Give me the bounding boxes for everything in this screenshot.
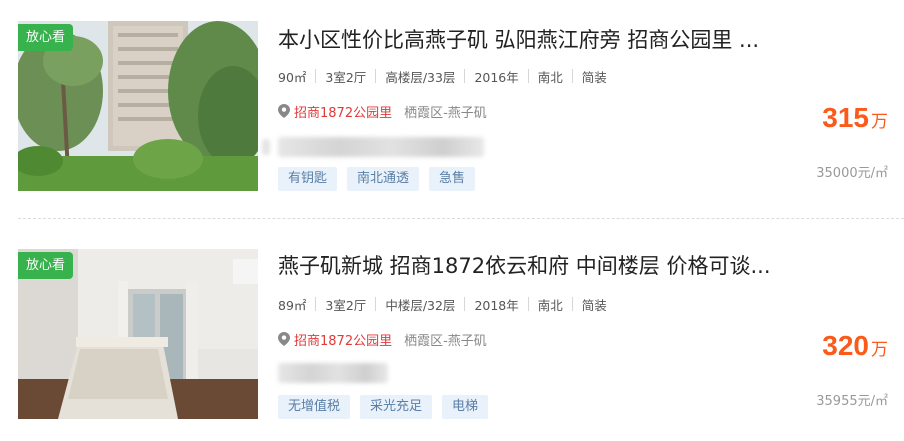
divider: [375, 297, 377, 311]
floor: 高楼层/33层: [385, 69, 456, 85]
tag: 电梯: [442, 395, 489, 419]
orientation: 南北: [537, 297, 563, 313]
listing-card: 放心看 本小区性价比高燕子矶 弘阳燕江府旁 招商公园里 ... 90㎡ 3室2厅…: [0, 18, 904, 208]
district-link[interactable]: 栖霞区-燕子矶: [404, 102, 487, 121]
listing-title[interactable]: 燕子矶新城 招商1872依云和府 中间楼层 价格可谈...: [278, 252, 818, 280]
redacted-text: [278, 137, 484, 157]
community-link[interactable]: 招商1872公园里: [294, 330, 392, 349]
verified-badge: 放心看: [18, 24, 74, 51]
location-pin-icon: [278, 332, 290, 346]
tag: 有钥匙: [278, 167, 338, 191]
district-link[interactable]: 栖霞区-燕子矶: [404, 330, 487, 349]
divider: [315, 69, 317, 83]
divider: [315, 297, 317, 311]
redacted-text: [262, 139, 270, 155]
listing-attributes: 90㎡ 3室2厅 高楼层/33层 2016年 南北 简装: [278, 67, 607, 85]
total-price: 315 万: [822, 102, 888, 134]
location-pin-icon: [278, 104, 290, 118]
redacted-text: [278, 363, 388, 383]
tag-list: 有钥匙 南北通透 急售: [278, 167, 476, 191]
community-link[interactable]: 招商1872公园里: [294, 102, 392, 121]
price-value: 315: [822, 102, 869, 133]
unit-price: 35000元/㎡: [816, 166, 888, 181]
divider: [571, 69, 573, 83]
year-built: 2016年: [474, 69, 519, 85]
area: 89㎡: [278, 297, 307, 313]
tag: 急售: [429, 167, 476, 191]
listing-photo[interactable]: 放心看: [18, 249, 258, 419]
decoration: 简装: [581, 69, 607, 85]
listing-list: 放心看 本小区性价比高燕子矶 弘阳燕江府旁 招商公园里 ... 90㎡ 3室2厅…: [0, 0, 904, 441]
year-built: 2018年: [474, 297, 519, 313]
divider: [18, 218, 904, 219]
verified-badge: 放心看: [18, 252, 74, 279]
listing-attributes: 89㎡ 3室2厅 中楼层/32层 2018年 南北 简装: [278, 295, 607, 313]
total-price: 320 万: [822, 330, 888, 362]
listing-card: 放心看 燕子矶新城 招商1872依云和府 中间楼层 价格可谈... 89㎡ 3室…: [0, 246, 904, 436]
orientation: 南北: [537, 69, 563, 85]
area: 90㎡: [278, 69, 307, 85]
location-row: 招商1872公园里 栖霞区-燕子矶: [278, 102, 487, 121]
tag: 采光充足: [360, 395, 433, 419]
decoration: 简装: [581, 297, 607, 313]
divider: [571, 297, 573, 311]
location-row: 招商1872公园里 栖霞区-燕子矶: [278, 330, 487, 349]
floor: 中楼层/32层: [385, 297, 456, 313]
tag-list: 无增值税 采光充足 电梯: [278, 395, 489, 419]
divider: [464, 297, 466, 311]
listing-title[interactable]: 本小区性价比高燕子矶 弘阳燕江府旁 招商公园里 ...: [278, 26, 818, 54]
unit-price: 35955元/㎡: [816, 394, 888, 409]
divider: [464, 69, 466, 83]
divider: [527, 69, 529, 83]
layout: 3室2厅: [325, 297, 367, 313]
price-unit: 万: [871, 112, 888, 132]
tag: 南北通透: [347, 167, 420, 191]
price-value: 320: [822, 330, 869, 361]
layout: 3室2厅: [325, 69, 367, 85]
listing-photo[interactable]: 放心看: [18, 21, 258, 191]
tag: 无增值税: [278, 395, 351, 419]
divider: [375, 69, 377, 83]
divider: [527, 297, 529, 311]
price-unit: 万: [871, 340, 888, 360]
